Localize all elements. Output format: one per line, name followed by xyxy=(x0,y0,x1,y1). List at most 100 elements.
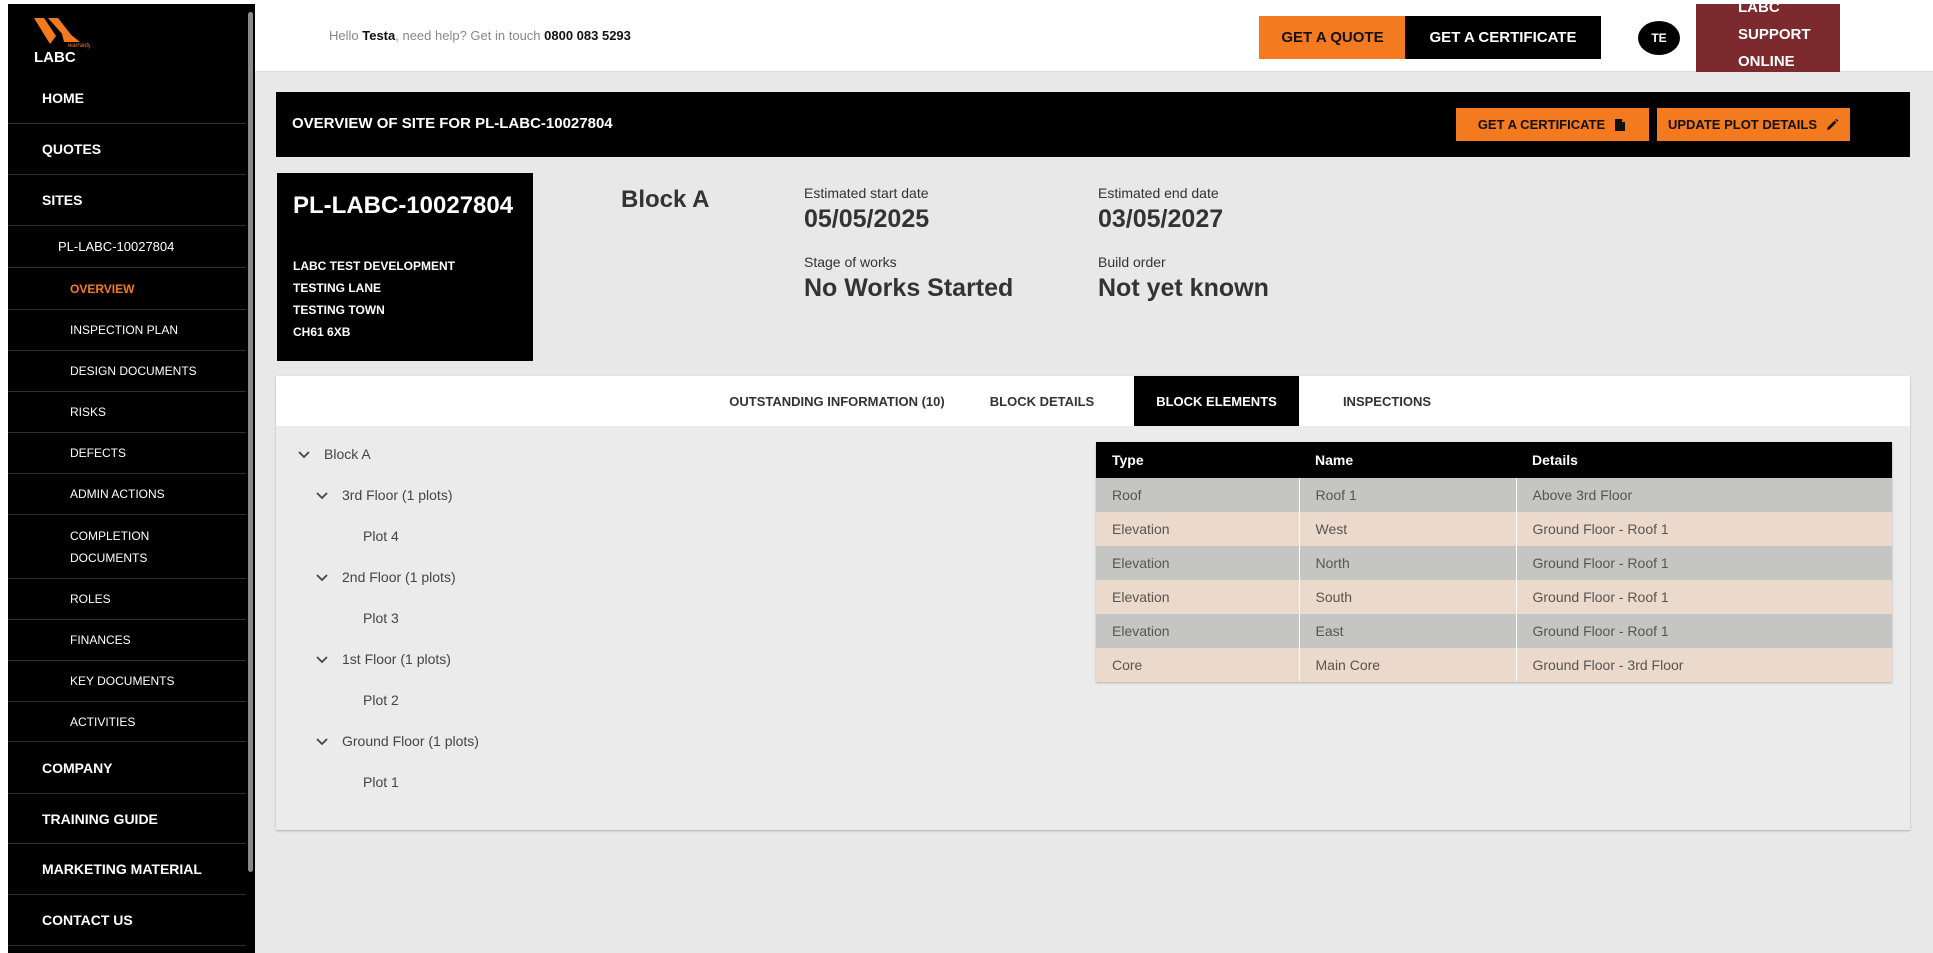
nav-completion-line2: DOCUMENTS xyxy=(70,550,148,565)
main-content: OVERVIEW OF SITE FOR PL-LABC-10027804 GE… xyxy=(255,72,1933,953)
nav-design-documents[interactable]: DESIGN DOCUMENTS xyxy=(8,351,246,392)
nav-contact-us[interactable]: CONTACT US xyxy=(8,895,246,946)
end-date-label: Estimated end date xyxy=(1098,185,1219,201)
nav-site-ref-label: PL-LABC-10027804 xyxy=(58,239,175,254)
cell-type: Roof xyxy=(1096,478,1300,512)
nav-contact-label: CONTACT US xyxy=(42,912,133,928)
nav-activities[interactable]: ACTIVITIES xyxy=(8,702,246,742)
user-avatar[interactable]: TE xyxy=(1638,21,1680,55)
nav-training-guide[interactable]: TRAINING GUIDE xyxy=(8,794,246,844)
nav-company[interactable]: COMPANY xyxy=(8,742,246,794)
end-date-value: 03/05/2027 xyxy=(1098,205,1224,233)
tree-plot-label: Plot 2 xyxy=(363,692,399,708)
tree-plot-label: Plot 4 xyxy=(363,528,399,544)
tree-floor-node[interactable]: 2nd Floor (1 plots) xyxy=(314,569,456,585)
labc-support-online-button[interactable]: LABC SUPPORT ONLINE xyxy=(1696,4,1840,72)
nav-completion-documents[interactable]: COMPLETION DOCUMENTS xyxy=(8,515,246,579)
table-row[interactable]: Roof Roof 1 Above 3rd Floor xyxy=(1096,478,1892,512)
tab-block-details[interactable]: BLOCK DETAILS xyxy=(982,376,1102,426)
column-header-details[interactable]: Details xyxy=(1516,442,1892,478)
chevron-down-icon xyxy=(316,656,328,664)
support-line2: SUPPORT xyxy=(1738,26,1811,43)
get-certificate-button[interactable]: GET A CERTIFICATE xyxy=(1405,16,1601,59)
tree-plot-node[interactable]: Plot 4 xyxy=(363,528,399,544)
tree-block-node[interactable]: Block A xyxy=(296,446,371,462)
nav-risks-label: RISKS xyxy=(70,405,107,419)
nav-overview[interactable]: OVERVIEW xyxy=(8,268,246,310)
tab-outstanding-information[interactable]: OUTSTANDING INFORMATION (10) xyxy=(722,376,952,426)
nav-quotes[interactable]: QUOTES xyxy=(8,124,246,175)
address-postcode: CH61 6XB xyxy=(293,325,351,339)
nav-risks[interactable]: RISKS xyxy=(8,392,246,433)
nav-activities-label: ACTIVITIES xyxy=(70,714,136,729)
page-header: OVERVIEW OF SITE FOR PL-LABC-10027804 GE… xyxy=(276,92,1910,157)
cell-details: Ground Floor - Roof 1 xyxy=(1516,580,1892,614)
nav-key-documents[interactable]: KEY DOCUMENTS xyxy=(8,661,246,702)
start-date-label: Estimated start date xyxy=(804,185,929,201)
block-name: Block A xyxy=(621,186,710,213)
plot-card: PL-LABC-10027804 LABC TEST DEVELOPMENT T… xyxy=(277,173,533,361)
nav-quotes-label: QUOTES xyxy=(42,141,102,157)
stage-label: Stage of works xyxy=(804,254,897,270)
nav-finances-label: FINANCES xyxy=(70,633,131,647)
get-quote-button[interactable]: GET A QUOTE xyxy=(1259,16,1406,59)
table-row[interactable]: Elevation West Ground Floor - Roof 1 xyxy=(1096,512,1892,546)
tree-floor-node[interactable]: 3rd Floor (1 plots) xyxy=(314,487,452,503)
nav-admin-actions[interactable]: ADMIN ACTIONS xyxy=(8,474,246,515)
cell-type: Elevation xyxy=(1096,614,1300,648)
column-header-name[interactable]: Name xyxy=(1299,442,1516,478)
nav-finances[interactable]: FINANCES xyxy=(8,620,246,661)
cell-name: North xyxy=(1299,546,1517,580)
column-header-type[interactable]: Type xyxy=(1096,442,1299,478)
labc-warranty-logo[interactable]: warranty LABC xyxy=(30,14,100,66)
nav-inspection-plan[interactable]: INSPECTION PLAN xyxy=(8,310,246,351)
start-date-value: 05/05/2025 xyxy=(804,205,930,233)
tree-plot-node[interactable]: Plot 1 xyxy=(363,774,399,790)
greeting-phone[interactable]: 0800 083 5293 xyxy=(544,28,631,43)
nav-overview-label: OVERVIEW xyxy=(70,281,135,296)
address-line1: LABC TEST DEVELOPMENT xyxy=(293,259,456,273)
tree-plot-node[interactable]: Plot 2 xyxy=(363,692,399,708)
nav-roles[interactable]: ROLES xyxy=(8,579,246,620)
cell-details: Ground Floor - Roof 1 xyxy=(1516,614,1892,648)
nav-defects[interactable]: DEFECTS xyxy=(8,433,246,474)
tab-block-elements[interactable]: BLOCK ELEMENTS xyxy=(1134,376,1299,426)
nav-marketing-material[interactable]: MARKETING MATERIAL xyxy=(8,844,246,895)
tab-inspections[interactable]: INSPECTIONS xyxy=(1322,376,1452,426)
plot-address: LABC TEST DEVELOPMENT TESTING LANE TESTI… xyxy=(293,255,455,343)
chevron-down-icon xyxy=(298,451,310,459)
nav-home[interactable]: HOME xyxy=(8,72,246,124)
tree-floor-node[interactable]: Ground Floor (1 plots) xyxy=(314,733,479,749)
update-plot-details-label: UPDATE PLOT DETAILS xyxy=(1667,117,1818,132)
nav-completion-documents-label: COMPLETION DOCUMENTS xyxy=(70,525,149,569)
tree-plot-node[interactable]: Plot 3 xyxy=(363,610,399,626)
table-row[interactable]: Core Main Core Ground Floor - 3rd Floor xyxy=(1096,648,1892,682)
table-row[interactable]: Elevation South Ground Floor - Roof 1 xyxy=(1096,580,1892,614)
address-line3: TESTING TOWN xyxy=(293,303,385,317)
table-row[interactable]: Elevation North Ground Floor - Roof 1 xyxy=(1096,546,1892,580)
get-quote-label: GET A QUOTE xyxy=(1281,29,1384,46)
header-get-certificate-button[interactable]: GET A CERTIFICATE xyxy=(1456,108,1649,141)
update-plot-details-button[interactable]: UPDATE PLOT DETAILS xyxy=(1657,108,1850,141)
plot-reference: PL-LABC-10027804 xyxy=(293,192,514,219)
cell-type: Core xyxy=(1096,648,1300,682)
build-order-label: Build order xyxy=(1098,254,1166,270)
block-elements-table: Type Name Details Roof Roof 1 Above 3rd … xyxy=(1096,442,1892,682)
tree-plot-label: Plot 3 xyxy=(363,610,399,626)
cell-name: East xyxy=(1299,614,1517,648)
tabs-panel: OUTSTANDING INFORMATION (10) BLOCK DETAI… xyxy=(276,376,1910,830)
sidebar-scrollbar[interactable] xyxy=(248,12,253,872)
tree-floor-node[interactable]: 1st Floor (1 plots) xyxy=(314,651,451,667)
chevron-down-icon xyxy=(316,574,328,582)
greeting-text: Hello Testa, need help? Get in touch 080… xyxy=(329,28,631,43)
nav-sites[interactable]: SITES xyxy=(8,175,246,226)
get-certificate-label: GET A CERTIFICATE xyxy=(1429,29,1577,46)
top-bar: Hello Testa, need help? Get in touch 080… xyxy=(255,0,1933,72)
tree-plot-label: Plot 1 xyxy=(363,774,399,790)
table-row[interactable]: Elevation East Ground Floor - Roof 1 xyxy=(1096,614,1892,648)
nav-site-ref[interactable]: PL-LABC-10027804 xyxy=(8,226,246,268)
pencil-icon xyxy=(1827,118,1839,130)
stage-value: No Works Started xyxy=(804,274,1014,302)
cell-details: Ground Floor - 3rd Floor xyxy=(1516,648,1892,682)
sidebar: warranty LABC HOME QUOTES SITES PL-LABC-… xyxy=(8,4,255,953)
